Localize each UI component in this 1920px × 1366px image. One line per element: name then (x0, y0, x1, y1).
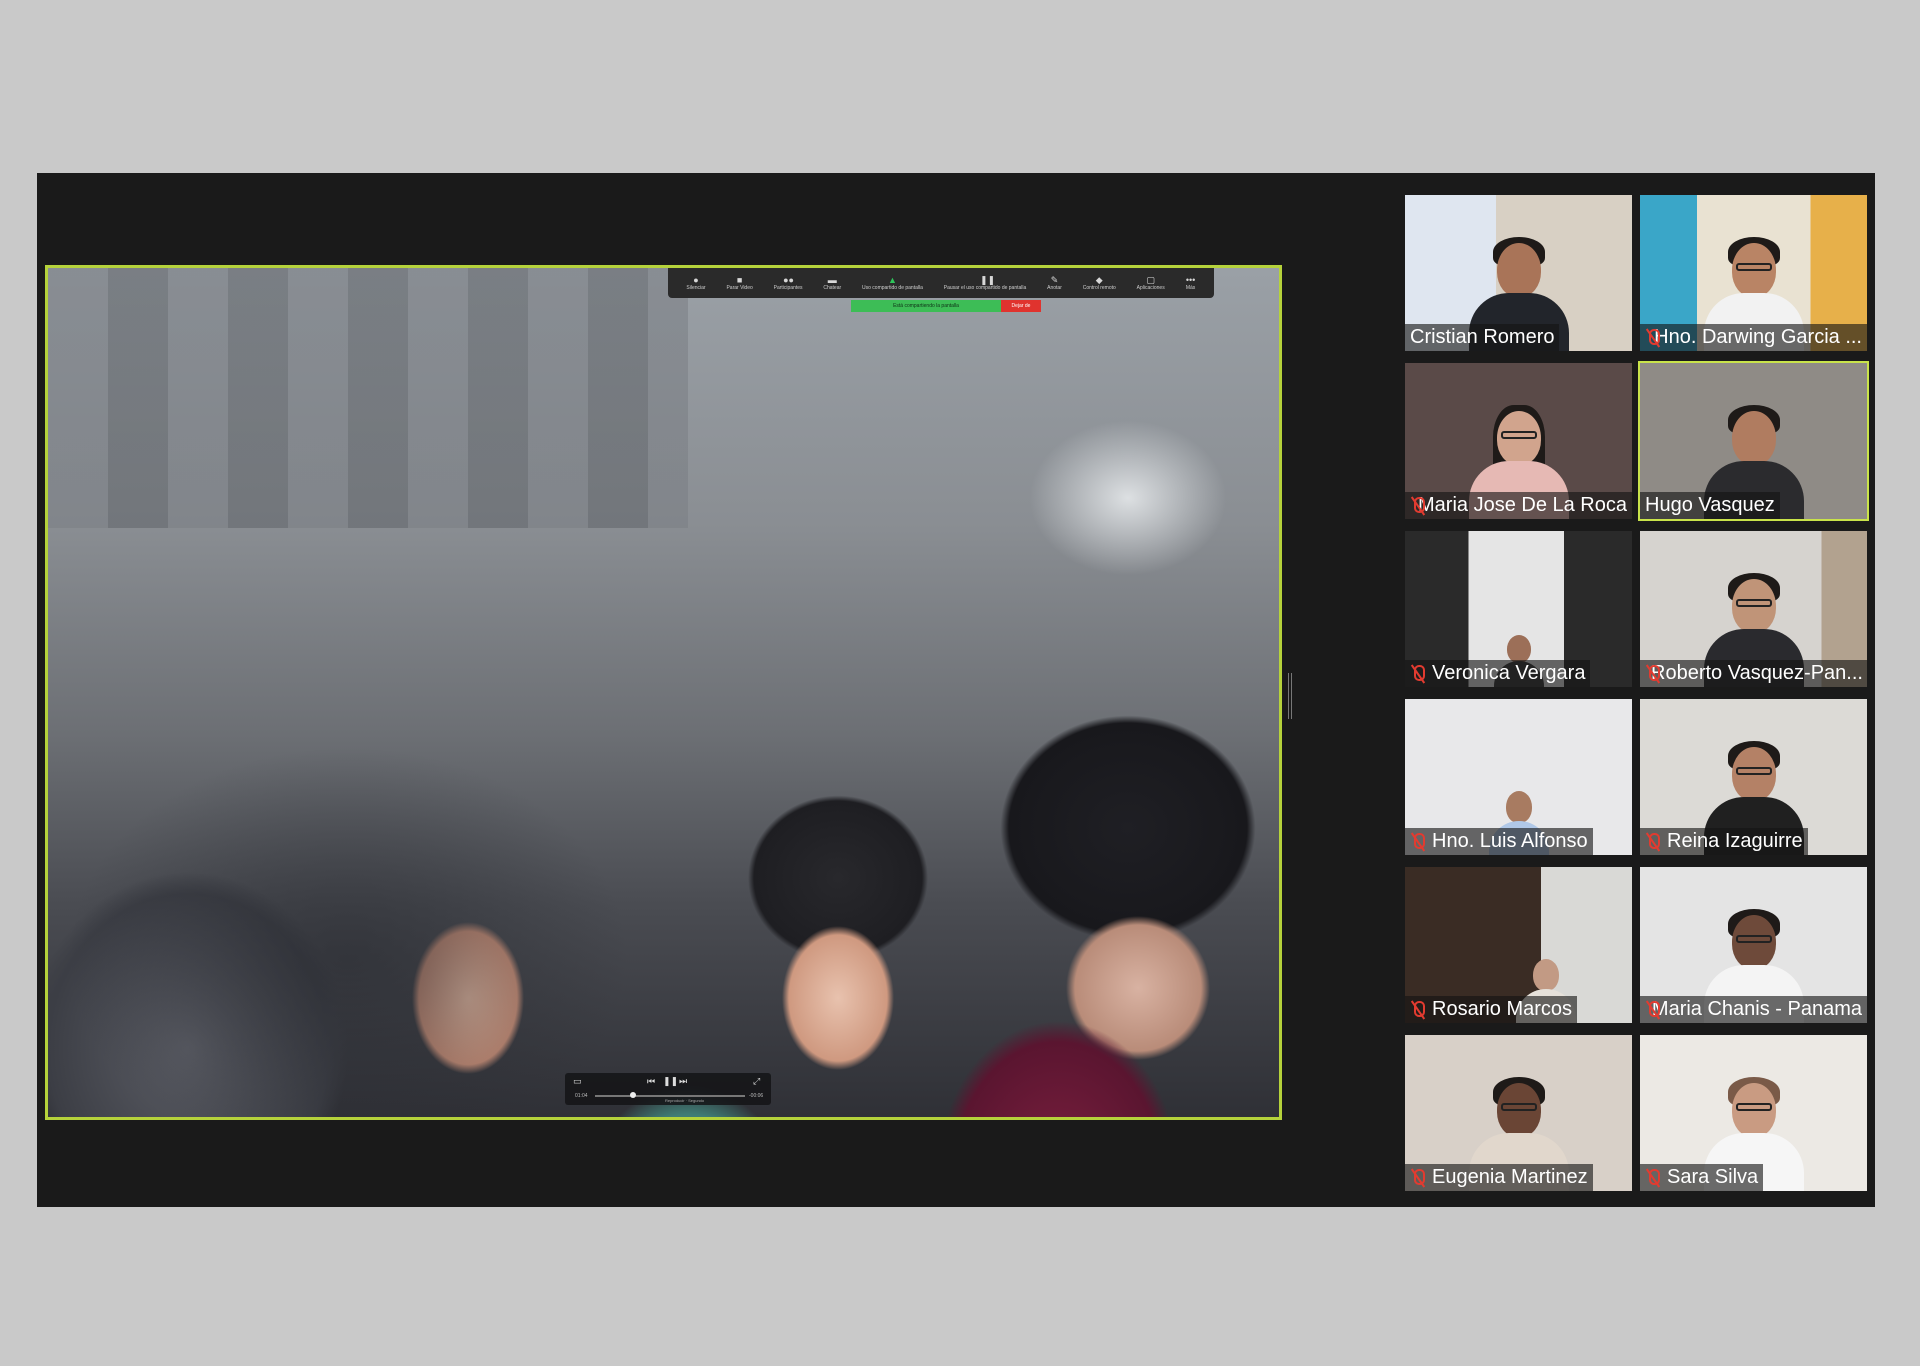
share-screen-icon: ▲ (887, 274, 897, 285)
street-facade (48, 268, 688, 528)
chat-button[interactable]: ▬ Chatear (823, 274, 841, 291)
participant-name-label: Eugenia Martinez (1405, 1164, 1593, 1191)
apps-button[interactable]: ▢ Aplicaciones (1137, 274, 1165, 291)
participant-name-label: Reina Izaguirre (1640, 828, 1808, 855)
participant-name-label: Hno. Darwing Garcia ... (1640, 324, 1867, 351)
screen-share-status-bar: Está compartiendo la pantalla Dejar de (851, 300, 1041, 312)
pause-share-button[interactable]: ❚❚ Pausar el uso compartido de pantalla (944, 274, 1027, 291)
captions-icon[interactable]: ▭ (573, 1076, 582, 1087)
pencil-icon: ✎ (1050, 274, 1059, 285)
participant-tile[interactable]: Maria Chanis - Panama (1640, 867, 1867, 1023)
previous-icon[interactable]: ⏮ (647, 1076, 655, 1087)
elapsed-time: 01:04 (575, 1093, 588, 1099)
participant-name-label: Hno. Luis Alfonso (1405, 828, 1593, 855)
muted-microphone-icon (1410, 832, 1426, 852)
participant-name-label: Veronica Vergara (1405, 660, 1591, 687)
participant-name-label: Hugo Vasquez (1640, 492, 1780, 519)
seek-thumb[interactable] (629, 1092, 636, 1098)
remaining-time: -00:06 (749, 1093, 764, 1099)
muted-microphone-icon (1410, 1000, 1426, 1020)
video-camera-icon: ■ (736, 274, 743, 285)
fullscreen-icon[interactable]: ⤢ (753, 1076, 760, 1087)
participant-name-label: Cristian Romero (1405, 324, 1560, 351)
remote-control-icon: ◆ (1095, 274, 1103, 285)
participant-tile-active-speaker[interactable]: Hugo Vasquez (1638, 361, 1869, 521)
muted-microphone-icon (1410, 664, 1426, 684)
panel-splitter-handle[interactable] (1288, 673, 1292, 719)
zoom-meeting-window: ● Silenciar ■ Parar Video ●● Participantes … (37, 173, 1875, 1207)
participants-button[interactable]: ●● Participantes (774, 274, 803, 291)
participant-name-label: Roberto Vasquez-Pan... (1640, 660, 1867, 687)
muted-microphone-icon (1645, 1000, 1659, 1020)
participant-tile[interactable]: Hno. Luis Alfonso (1405, 699, 1632, 855)
microphone-icon: ● (693, 274, 699, 285)
participant-tile[interactable]: Veronica Vergara (1405, 531, 1632, 687)
participant-tile[interactable]: Cristian Romero (1405, 195, 1632, 351)
participant-tile[interactable]: Maria Jose De La Roca (1405, 363, 1632, 519)
muted-microphone-icon (1645, 832, 1661, 852)
stop-video-button[interactable]: ■ Parar Video (726, 274, 752, 291)
mute-button[interactable]: ● Silenciar (686, 274, 705, 291)
participant-name-label: Sara Silva (1640, 1164, 1764, 1191)
meeting-controls-toolbar: ● Silenciar ■ Parar Video ●● Participantes … (668, 268, 1214, 298)
participant-tile[interactable]: Reina Izaguirre (1640, 699, 1867, 855)
participant-name-label: Maria Chanis - Panama (1640, 996, 1867, 1023)
muted-microphone-icon (1645, 1168, 1661, 1188)
participant-tile[interactable]: Hno. Darwing Garcia ... (1640, 195, 1867, 351)
muted-microphone-icon (1645, 328, 1661, 348)
video-seek-bar[interactable] (595, 1092, 745, 1098)
participant-name-label: Rosario Marcos (1405, 996, 1578, 1023)
participant-tile[interactable]: Roberto Vasquez-Pan... (1640, 531, 1867, 687)
more-button[interactable]: ••• Más (1185, 274, 1196, 291)
participant-tile[interactable]: Eugenia Martinez (1405, 1035, 1632, 1191)
share-screen-button[interactable]: ▲ Uso compartido de pantalla (862, 274, 923, 291)
muted-microphone-icon (1410, 1168, 1426, 1188)
participant-tile[interactable]: Rosario Marcos (1405, 867, 1632, 1023)
participants-icon: ●● (783, 274, 794, 285)
video-player-controls: ▭ ⏮ ❚❚ ⏭ ⤢ 01:04 Reproducir · Segundo -0… (565, 1073, 771, 1105)
annotate-button[interactable]: ✎ Anotar (1047, 274, 1062, 291)
remote-control-button[interactable]: ◆ Control remoto (1083, 274, 1116, 291)
participant-tile[interactable]: Sara Silva (1640, 1035, 1867, 1191)
apps-icon: ▢ (1146, 274, 1155, 285)
more-icon: ••• (1185, 274, 1196, 285)
chat-icon: ▬ (827, 274, 837, 285)
pause-icon: ❚❚ (980, 274, 996, 285)
player-label: Reproducir · Segundo (665, 1098, 705, 1103)
pause-icon[interactable]: ❚❚ (663, 1076, 678, 1087)
muted-microphone-icon (1410, 496, 1426, 516)
crowd-scene (48, 557, 1279, 1117)
participant-name-label: Maria Jose De La Roca (1405, 492, 1632, 519)
shared-screen-video[interactable]: ● Silenciar ■ Parar Video ●● Participantes … (45, 265, 1282, 1120)
sharing-indicator: Está compartiendo la pantalla (851, 300, 1001, 312)
stop-share-button[interactable]: Dejar de (1001, 300, 1041, 312)
next-icon[interactable]: ⏭ (679, 1076, 687, 1087)
